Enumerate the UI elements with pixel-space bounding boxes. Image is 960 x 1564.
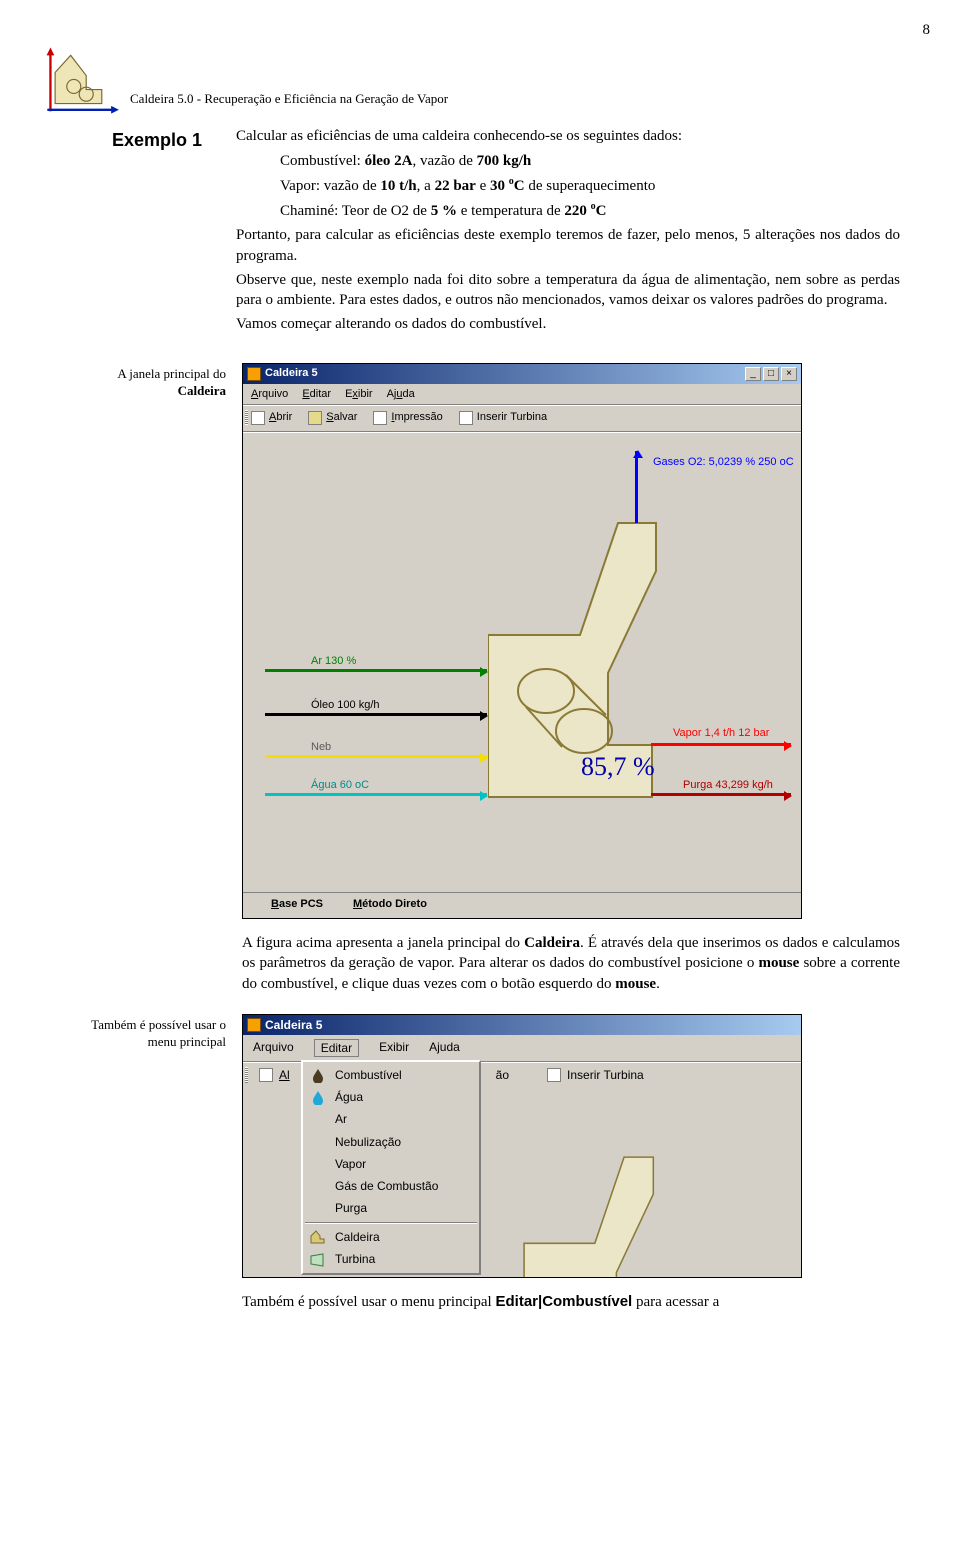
margin-note-2: Também é possível usar omenu principal: [58, 1014, 226, 1278]
toolbar-al[interactable]: Al: [279, 1067, 290, 1083]
paragraph-footer: Também é possível usar o menu principal …: [242, 1292, 900, 1312]
minimize-button[interactable]: _: [745, 367, 761, 381]
menu-ajuda[interactable]: Ajuda: [429, 1039, 460, 1057]
app-icon: [247, 367, 261, 381]
example-chamine: Chaminé: Teor de O2 de 5 % e temperatura…: [280, 200, 900, 221]
example-vapor: Vapor: vazão de 10 t/h, a 22 bar e 30 oC…: [280, 175, 900, 196]
example-p2: Observe que, neste exemplo nada foi dito…: [236, 270, 900, 311]
flag-icon: [547, 1068, 561, 1082]
toolbar: Abrir Salvar Impressão Inserir Turbina: [243, 405, 801, 432]
label-agua: Água 60 oC: [311, 778, 369, 793]
save-icon: [308, 411, 322, 425]
window-title-2: Caldeira 5: [265, 1017, 322, 1033]
example-label: Exemplo 1: [112, 126, 222, 152]
menu-item-vapor[interactable]: Vapor: [303, 1153, 479, 1175]
example-intro: Calcular as eficiências de uma caldeira …: [236, 126, 900, 146]
blank-icon: [309, 1156, 327, 1172]
window-title: Caldeira 5: [265, 366, 318, 381]
app-icon: [247, 1018, 261, 1032]
menu-exibir[interactable]: Exibir: [345, 387, 373, 402]
header-text: Caldeira 5.0 - Recuperação e Eficiência …: [130, 46, 448, 108]
menubar-2: Arquivo Editar Exibir Ajuda: [243, 1035, 801, 1062]
toolbar-inserir-turbina[interactable]: Inserir Turbina: [567, 1067, 644, 1083]
menu-item-ar[interactable]: Ar: [303, 1108, 479, 1130]
water-drop-icon: [309, 1089, 327, 1105]
toolbar-inserir-turbina[interactable]: Inserir Turbina: [459, 410, 547, 425]
menu-item-nebulizacao[interactable]: Nebulização: [303, 1131, 479, 1153]
toolbar-ao[interactable]: ão: [496, 1067, 509, 1083]
flag-icon: [459, 411, 473, 425]
app-window-menu: Caldeira 5 Arquivo Editar Exibir Ajuda A…: [242, 1014, 802, 1278]
diagram-canvas[interactable]: Gases O2: 5,0239 % 250 oC Vapor 1,4 t/h …: [243, 432, 801, 892]
app-window: Caldeira 5 _ □ × Arquivo Editar Exibir A…: [242, 363, 802, 920]
blank-icon: [309, 1111, 327, 1127]
maximize-button[interactable]: □: [763, 367, 779, 381]
open-icon: [251, 411, 265, 425]
label-purga: Purga 43,299 kg/h: [683, 778, 773, 793]
menu-item-gas[interactable]: Gás de Combustão: [303, 1175, 479, 1197]
menu-arquivo[interactable]: Arquivo: [253, 1039, 294, 1057]
menu-item-agua[interactable]: Água: [303, 1086, 479, 1108]
margin-note-1: A janela principal doCaldeira: [58, 363, 226, 920]
status-metodo[interactable]: Método Direto: [353, 897, 427, 912]
statusbar: Base PCS Método Direto: [243, 892, 801, 918]
label-ar: Ar 130 %: [311, 654, 356, 669]
oil-drop-icon: [309, 1067, 327, 1083]
example-p3: Vamos começar alterando os dados do comb…: [236, 314, 900, 334]
example-p1: Portanto, para calcular as eficiências d…: [236, 225, 900, 266]
close-button[interactable]: ×: [781, 367, 797, 381]
label-vapor: Vapor 1,4 t/h 12 bar: [673, 726, 769, 741]
titlebar-2: Caldeira 5: [243, 1015, 801, 1035]
menu-arquivo[interactable]: Arquivo: [251, 387, 288, 402]
example-body: Calcular as eficiências de uma caldeira …: [236, 126, 900, 338]
menu-item-turbina[interactable]: Turbina: [303, 1248, 479, 1270]
blank-icon: [309, 1200, 327, 1216]
titlebar: Caldeira 5 _ □ ×: [243, 364, 801, 384]
menu-item-purga[interactable]: Purga: [303, 1197, 479, 1219]
caldeira-logo-icon: [40, 46, 120, 116]
paragraph-after-shot1: A figura acima apresenta a janela princi…: [242, 933, 900, 994]
label-efficiency: 85,7 %: [581, 749, 655, 784]
label-neb: Neb: [311, 740, 331, 755]
menu-editar-active[interactable]: Editar: [314, 1039, 359, 1057]
menu-separator: [305, 1222, 477, 1223]
menu-item-caldeira[interactable]: Caldeira: [303, 1226, 479, 1248]
toolbar-abrir[interactable]: Abrir: [251, 410, 292, 425]
editar-dropdown: Combustível Água Ar Nebulização: [301, 1060, 481, 1275]
turbine-small-icon: [309, 1252, 327, 1268]
boiler-partial-icon: [501, 1151, 701, 1277]
example-combustivel: Combustível: óleo 2A, vazão de 700 kg/h: [280, 151, 900, 171]
menubar: Arquivo Editar Exibir Ajuda: [243, 384, 801, 406]
toolbar-salvar[interactable]: Salvar: [308, 410, 357, 425]
menu-exibir[interactable]: Exibir: [379, 1039, 409, 1057]
boiler-small-icon: [309, 1229, 327, 1245]
toolbar-impressao[interactable]: Impressão: [373, 410, 442, 425]
menu-editar[interactable]: Editar: [302, 387, 331, 402]
blank-icon: [309, 1178, 327, 1194]
doc-header: Caldeira 5.0 - Recuperação e Eficiência …: [40, 46, 900, 116]
page-number: 8: [40, 20, 930, 40]
menu-item-combustivel[interactable]: Combustível: [303, 1064, 479, 1086]
blank-icon: [309, 1134, 327, 1150]
open-icon: [259, 1068, 273, 1082]
print-icon: [373, 411, 387, 425]
status-base[interactable]: Base PCS: [271, 897, 323, 912]
label-oleo: Óleo 100 kg/h: [311, 698, 380, 713]
menu-ajuda[interactable]: Ajuda: [387, 387, 415, 402]
label-gases: Gases O2: 5,0239 % 250 oC: [653, 455, 794, 470]
